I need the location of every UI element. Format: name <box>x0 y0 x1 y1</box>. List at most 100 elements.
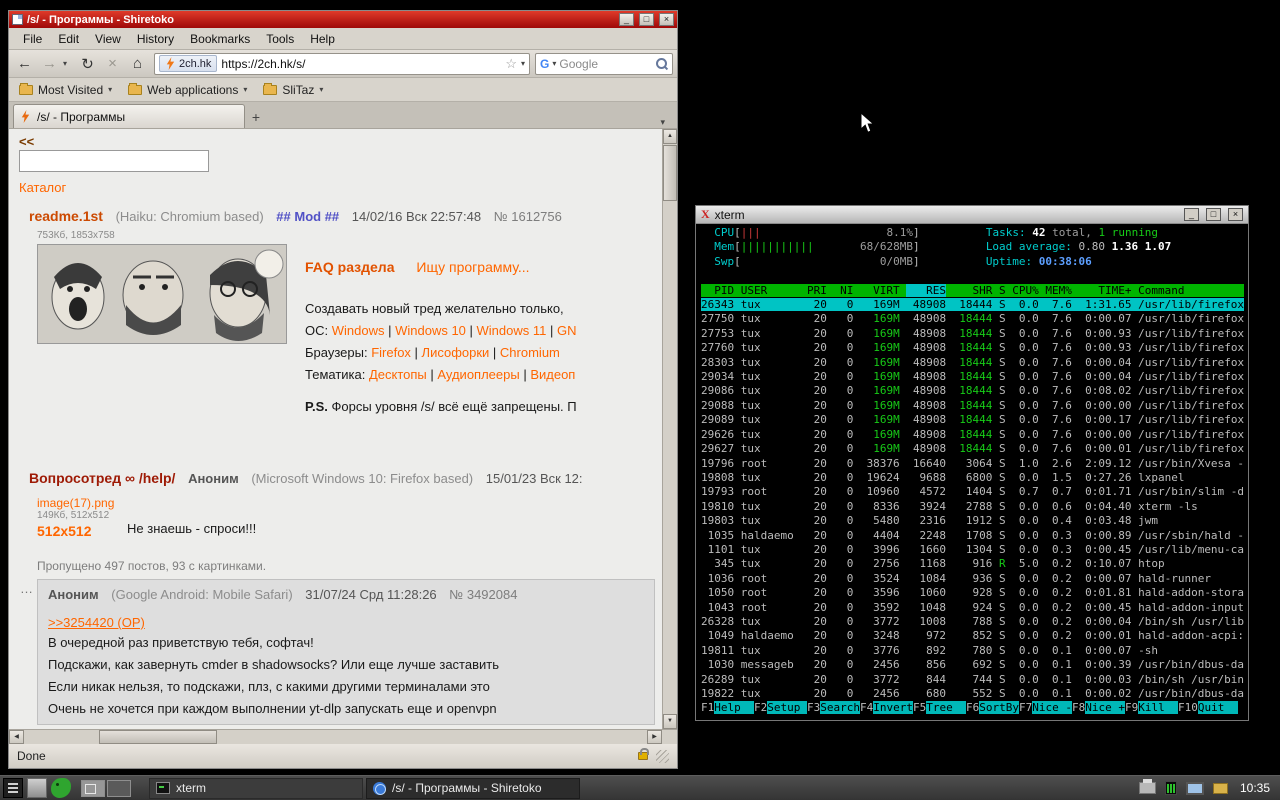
link-separator: | <box>546 323 557 338</box>
menu-item-history[interactable]: History <box>129 30 182 48</box>
page-link[interactable]: Chromium <box>500 345 560 360</box>
xterm-close-button[interactable]: × <box>1228 208 1243 221</box>
xterm-minimize-button[interactable]: _ <box>1184 208 1199 221</box>
page-link[interactable]: Лисофорки <box>422 345 490 360</box>
menu-item-bookmarks[interactable]: Bookmarks <box>182 30 258 48</box>
menu-item-edit[interactable]: Edit <box>50 30 87 48</box>
bookmark-label: Most Visited <box>38 82 104 97</box>
bookmark-item[interactable]: SliTaz ▾ <box>263 82 323 97</box>
printer-icon[interactable] <box>1138 779 1156 794</box>
menu-button-icon[interactable] <box>3 778 23 798</box>
post-number[interactable]: № 3492084 <box>449 587 517 602</box>
search-engine-icon[interactable]: G <box>540 57 549 71</box>
display-icon[interactable] <box>1185 781 1204 795</box>
page-link[interactable]: Firefox <box>371 345 411 360</box>
scroll-right-button[interactable]: ▶ <box>647 730 662 744</box>
xterm-window: X xterm _ □ × CPU[||| 8.1%] Tasks: 42 to… <box>695 205 1249 721</box>
bookmark-star-icon[interactable]: ☆ <box>505 56 517 72</box>
thread1-body: FAQ раздела Ищу программу... Создавать н… <box>305 259 662 414</box>
scroll-up-button[interactable]: ▲ <box>663 129 677 144</box>
xterm-terminal[interactable]: CPU[||| 8.1%] Tasks: 42 total, 1 running… <box>696 224 1248 720</box>
url-bar[interactable]: 2ch.hk https://2ch.hk/s/ ☆ ▾ <box>154 52 530 75</box>
url-dropdown-icon[interactable]: ▾ <box>521 59 525 68</box>
pager-desktop-2[interactable] <box>107 779 131 797</box>
menu-item-help[interactable]: Help <box>302 30 343 48</box>
page-link[interactable]: Windows <box>332 323 385 338</box>
thread1-post-number[interactable]: № 1612756 <box>494 209 562 224</box>
forward-button[interactable]: → <box>38 52 61 75</box>
xterm-maximize-button[interactable]: □ <box>1206 208 1221 221</box>
new-tab-button[interactable]: + <box>245 106 267 128</box>
horizontal-scroll-thumb[interactable] <box>99 730 217 744</box>
page-link[interactable]: GN <box>557 323 577 338</box>
close-button[interactable]: × <box>659 13 674 26</box>
pager-desktop-1[interactable] <box>81 779 105 797</box>
terminal-icon <box>156 782 170 794</box>
tab-s-programs[interactable]: /s/ - Программы <box>13 104 245 128</box>
scroll-left-button[interactable]: ◀ <box>9 730 24 744</box>
all-tabs-dropdown-icon[interactable]: ▾ <box>652 117 673 128</box>
mouse-cursor <box>860 112 875 133</box>
file-manager-icon[interactable] <box>27 778 47 798</box>
page-link[interactable]: Аудиоплееры <box>437 367 519 382</box>
post-dots: … <box>20 581 33 596</box>
home-button[interactable]: ⌂ <box>126 52 149 75</box>
catalog-link[interactable]: Каталог <box>19 180 66 195</box>
minimize-button[interactable]: _ <box>619 13 634 26</box>
cpu-graph-icon[interactable] <box>1164 781 1177 795</box>
search-input[interactable]: Google <box>559 57 652 71</box>
taskbar-item-xterm[interactable]: xterm <box>149 777 363 799</box>
ps-bold: P.S. <box>305 399 328 414</box>
bookmark-item[interactable]: Most Visited ▾ <box>19 82 113 97</box>
folder-tray-icon[interactable] <box>1212 782 1228 794</box>
faq-link[interactable]: Ищу программу... <box>416 259 529 275</box>
page-link[interactable]: Десктопы <box>369 367 427 382</box>
menu-item-file[interactable]: File <box>15 30 50 48</box>
horizontal-scrollbar[interactable]: ◀ ▶ <box>9 729 677 744</box>
line-label: Браузеры: <box>305 345 372 360</box>
maximize-button[interactable]: □ <box>639 13 654 26</box>
thread2-thumb-text[interactable]: 512x512 <box>37 523 114 539</box>
page-link[interactable]: Windows 11 <box>477 323 547 338</box>
vertical-scroll-thumb[interactable] <box>663 145 677 201</box>
reload-button[interactable]: ↻ <box>76 52 99 75</box>
resize-grip[interactable] <box>656 749 669 763</box>
os-links-line: ОС: Windows | Windows 10 | Windows 11 | … <box>305 323 662 338</box>
back-button[interactable]: ← <box>13 52 36 75</box>
line-label: Тематика: <box>305 367 369 382</box>
search-bar[interactable]: G ▾ Google <box>535 52 673 75</box>
site-favicon-bolt-icon <box>166 57 175 70</box>
url-text[interactable]: https://2ch.hk/s/ <box>221 57 501 71</box>
htop-output: CPU[||| 8.1%] Tasks: 42 total, 1 running… <box>701 226 1245 715</box>
thread1-image[interactable] <box>37 244 287 344</box>
vertical-scrollbar[interactable]: ▲ ▼ <box>662 129 677 729</box>
browser-title-bar[interactable]: /s/ - Программы - Shiretoko _ □ × <box>9 11 677 28</box>
page-search-input[interactable] <box>19 150 209 172</box>
search-magnifier-icon[interactable] <box>655 57 668 70</box>
history-dropdown-icon[interactable]: ▾ <box>63 59 74 68</box>
taskbar-item-browser[interactable]: /s/ - Программы - Shiretoko <box>366 777 580 799</box>
thread2-filename-link[interactable]: image(17).png <box>37 496 114 510</box>
page-link[interactable]: Windows 10 <box>395 323 466 338</box>
menu-item-tools[interactable]: Tools <box>258 30 302 48</box>
post-header: Аноним (Google Android: Mobile Safari) 3… <box>48 587 644 602</box>
nav-toolbar: ← → ▾ ↻ × ⌂ 2ch.hk https://2ch.hk/s/ ☆ ▾… <box>9 50 677 78</box>
page-back-link[interactable]: << <box>19 134 34 149</box>
thread1-figure: 753Кб, 1853x758 <box>37 230 287 344</box>
xterm-title-bar[interactable]: X xterm _ □ × <box>696 206 1248 224</box>
search-engine-dropdown-icon[interactable]: ▾ <box>552 59 556 68</box>
site-identity-badge[interactable]: 2ch.hk <box>159 55 218 72</box>
post-line: Очень не хочется при каждом выполнении y… <box>48 701 497 716</box>
system-tray: 10:35 <box>1138 779 1277 795</box>
browser-app-icon <box>12 14 23 25</box>
scroll-down-button[interactable]: ▼ <box>663 714 677 729</box>
menu-item-view[interactable]: View <box>87 30 129 48</box>
thread2-text: Не знаешь - спроси!!! <box>127 521 257 536</box>
chevron-down-icon: ▾ <box>108 85 113 94</box>
bookmark-item[interactable]: Web applications ▾ <box>128 82 247 97</box>
slitaz-dragon-icon[interactable] <box>51 778 71 798</box>
reply-quote-link[interactable]: >>3254420 (OP) <box>48 615 145 630</box>
stop-button[interactable]: × <box>101 52 124 75</box>
page-link[interactable]: Видеоп <box>530 367 575 382</box>
thread1-header: readme.1st (Haiku: Chromium based) ## Mo… <box>29 208 571 224</box>
